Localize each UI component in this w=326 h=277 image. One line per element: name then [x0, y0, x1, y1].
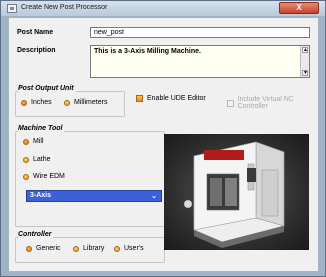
controller-title: Controller	[18, 231, 54, 238]
window-app-icon	[7, 4, 17, 13]
radio-icon	[114, 245, 120, 252]
radio-millimeters[interactable]: Millimeters	[64, 99, 107, 106]
radio-generic-label: Generic	[36, 245, 61, 252]
post-name-input[interactable]: new_post	[90, 27, 310, 38]
radio-selected-icon	[21, 99, 27, 106]
radio-icon	[23, 173, 29, 180]
scroll-down-icon[interactable]: ▼	[302, 70, 308, 76]
dialog-window: Create New Post Processor X Post Name ne…	[0, 0, 326, 277]
radio-users[interactable]: User's	[114, 245, 144, 252]
checkbox-disabled-icon	[227, 99, 234, 107]
description-input[interactable]: This is a 3-Axis Milling Machine. ▲ ▼	[90, 45, 310, 78]
machine-illustration	[183, 141, 285, 248]
description-label: Description	[17, 47, 56, 54]
radio-icon	[64, 99, 70, 106]
radio-lathe-label: Lathe	[33, 156, 51, 163]
radio-wire-edm[interactable]: Wire EDM	[23, 173, 65, 180]
axis-select[interactable]: 3-Axis ⌄	[26, 190, 162, 202]
chevron-down-icon[interactable]: ⌄	[151, 192, 157, 202]
dialog-content: Post Name new_post Description This is a…	[8, 17, 319, 272]
radio-inches[interactable]: Inches	[21, 99, 52, 106]
include-vnc-checkbox[interactable]: Include Virtual NC Controller	[227, 96, 318, 110]
radio-library[interactable]: Library	[73, 245, 104, 252]
radio-generic[interactable]: Generic	[26, 245, 61, 252]
radio-wire-edm-label: Wire EDM	[33, 173, 65, 180]
enable-ude-editor-checkbox[interactable]: Enable UDE Editor	[136, 95, 206, 102]
include-vnc-label: Include Virtual NC Controller	[237, 96, 294, 110]
machine-tool-title: Machine Tool	[18, 125, 65, 132]
description-scrollbar[interactable]: ▲ ▼	[300, 46, 309, 77]
axis-select-value: 3-Axis	[30, 192, 52, 199]
radio-mill-label: Mill	[33, 138, 44, 145]
window-title: Create New Post Processor	[21, 4, 108, 11]
radio-millimeters-label: Millimeters	[74, 99, 108, 106]
description-text: This is a 3-Axis Milling Machine.	[94, 48, 201, 55]
title-bar[interactable]: Create New Post Processor X	[1, 1, 325, 16]
enable-ude-editor-label: Enable UDE Editor	[147, 95, 206, 102]
checkbox-icon	[136, 95, 143, 102]
radio-inches-label: Inches	[31, 99, 52, 106]
radio-lathe[interactable]: Lathe	[23, 156, 51, 163]
radio-selected-icon	[23, 138, 29, 145]
post-name-label: Post Name	[17, 29, 54, 36]
post-output-unit-title: Post Output Unit	[18, 85, 76, 92]
radio-icon	[73, 245, 79, 252]
close-button[interactable]: X	[279, 2, 319, 14]
radio-selected-icon	[26, 245, 32, 252]
radio-icon	[23, 156, 29, 163]
machine-preview-image	[164, 134, 309, 250]
scroll-up-icon[interactable]: ▲	[302, 47, 308, 53]
radio-library-label: Library	[83, 245, 105, 252]
radio-users-label: User's	[124, 245, 144, 252]
radio-mill[interactable]: Mill	[23, 138, 44, 145]
